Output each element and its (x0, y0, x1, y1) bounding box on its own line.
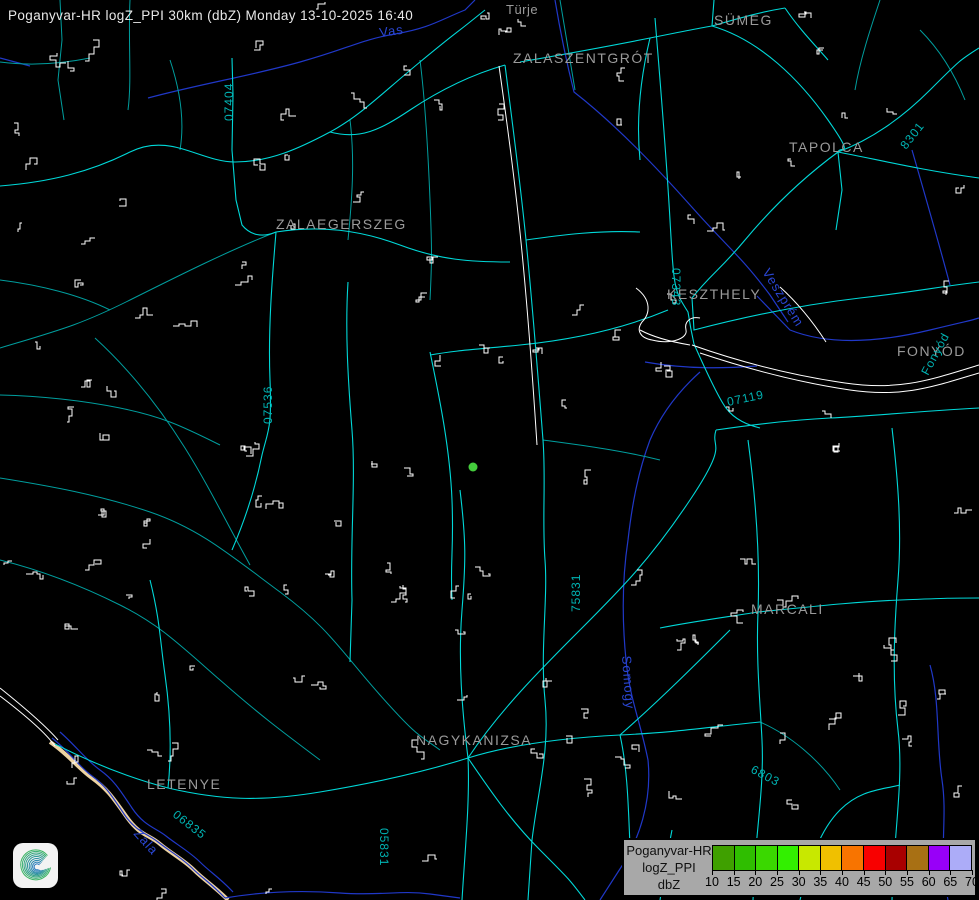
legend-color-cell (950, 846, 971, 870)
legend-line: Poganyvar-HR (626, 842, 712, 859)
spiral-logo-icon (13, 843, 58, 888)
city-label: ZALASZENTGRÓT (513, 50, 654, 66)
road-number-label: 8301 (897, 119, 927, 152)
road-number-label: 05831 (377, 828, 391, 866)
legend-color-cell (821, 846, 843, 870)
legend-color-bar (712, 845, 972, 871)
shoreline-and-rail-lines (0, 66, 979, 746)
main-road-lines (0, 0, 979, 900)
legend-line: dbZ (626, 876, 712, 893)
legend-line: logZ_PPI (626, 859, 712, 876)
road-number-label: 6803 (749, 762, 783, 789)
city-label: MARCALI (751, 601, 824, 617)
legend-tick-value: 25 (766, 875, 788, 889)
radar-echo-dot (469, 463, 478, 472)
legend-color-cell (735, 846, 757, 870)
legend-color-cell (907, 846, 929, 870)
legend-tick-value: 65 (939, 875, 961, 889)
legend-tick-value: 55 (896, 875, 918, 889)
legend-tick-value: 40 (831, 875, 853, 889)
county-label: Vas (378, 22, 404, 40)
settlement-marks (4, 2, 972, 900)
road-number-label: 06835 (170, 807, 209, 842)
legend-tick-value: 15 (723, 875, 745, 889)
road-number-label: 07343 (669, 268, 683, 306)
county-border-lines (0, 0, 979, 900)
dbz-legend: Poganyvar-HR logZ_PPI dbZ 10152025303540… (622, 838, 977, 897)
legend-tick-value: 30 (788, 875, 810, 889)
legend-color-cell (713, 846, 735, 870)
road-number-label: 07119 (726, 387, 766, 408)
legend-tick-value: 10 (701, 875, 723, 889)
legend-color-cell (778, 846, 800, 870)
legend-tick-labels: 10152025303540455055606570 (712, 875, 972, 890)
road-number-label: 07536 (261, 386, 275, 424)
legend-tick-value: 50 (874, 875, 896, 889)
legend-tick-value: 60 (918, 875, 940, 889)
legend-color-cell (886, 846, 908, 870)
legend-color-cell (842, 846, 864, 870)
legend-tick-value: 35 (809, 875, 831, 889)
legend-product-label: Poganyvar-HR logZ_PPI dbZ (626, 842, 712, 893)
city-label: TAPOLCA (789, 139, 864, 155)
city-label: SÜMEG (714, 11, 773, 28)
city-label: LETENYE (147, 776, 221, 792)
app-logo (13, 843, 58, 888)
radar-screen: Türje SÜMEG ZALASZENTGRÓT TAPOLCA ZALAEGERSZ… (0, 0, 979, 900)
legend-tick-value: 20 (744, 875, 766, 889)
city-label: NAGYKANIZSA (416, 732, 532, 748)
legend-tick-value: 70 (961, 875, 979, 889)
city-label: ZALAEGERSZEG (276, 216, 407, 232)
product-title: Poganyvar-HR logZ_PPI 30km (dbZ) Monday … (8, 8, 413, 23)
road-number-label: 75831 (569, 574, 583, 612)
road-number-label: 07404 (222, 83, 236, 121)
legend-color-cell (864, 846, 886, 870)
county-label: Somogy (619, 655, 638, 710)
minor-road-lines (0, 0, 965, 790)
city-label: Türje (506, 2, 538, 17)
legend-color-cell (756, 846, 778, 870)
legend-color-cell (799, 846, 821, 870)
county-label: Veszprém (759, 266, 807, 330)
radar-map: Türje SÜMEG ZALASZENTGRÓT TAPOLCA ZALAEGERSZ… (0, 0, 979, 900)
legend-tick-value: 45 (853, 875, 875, 889)
legend-color-cell (929, 846, 951, 870)
